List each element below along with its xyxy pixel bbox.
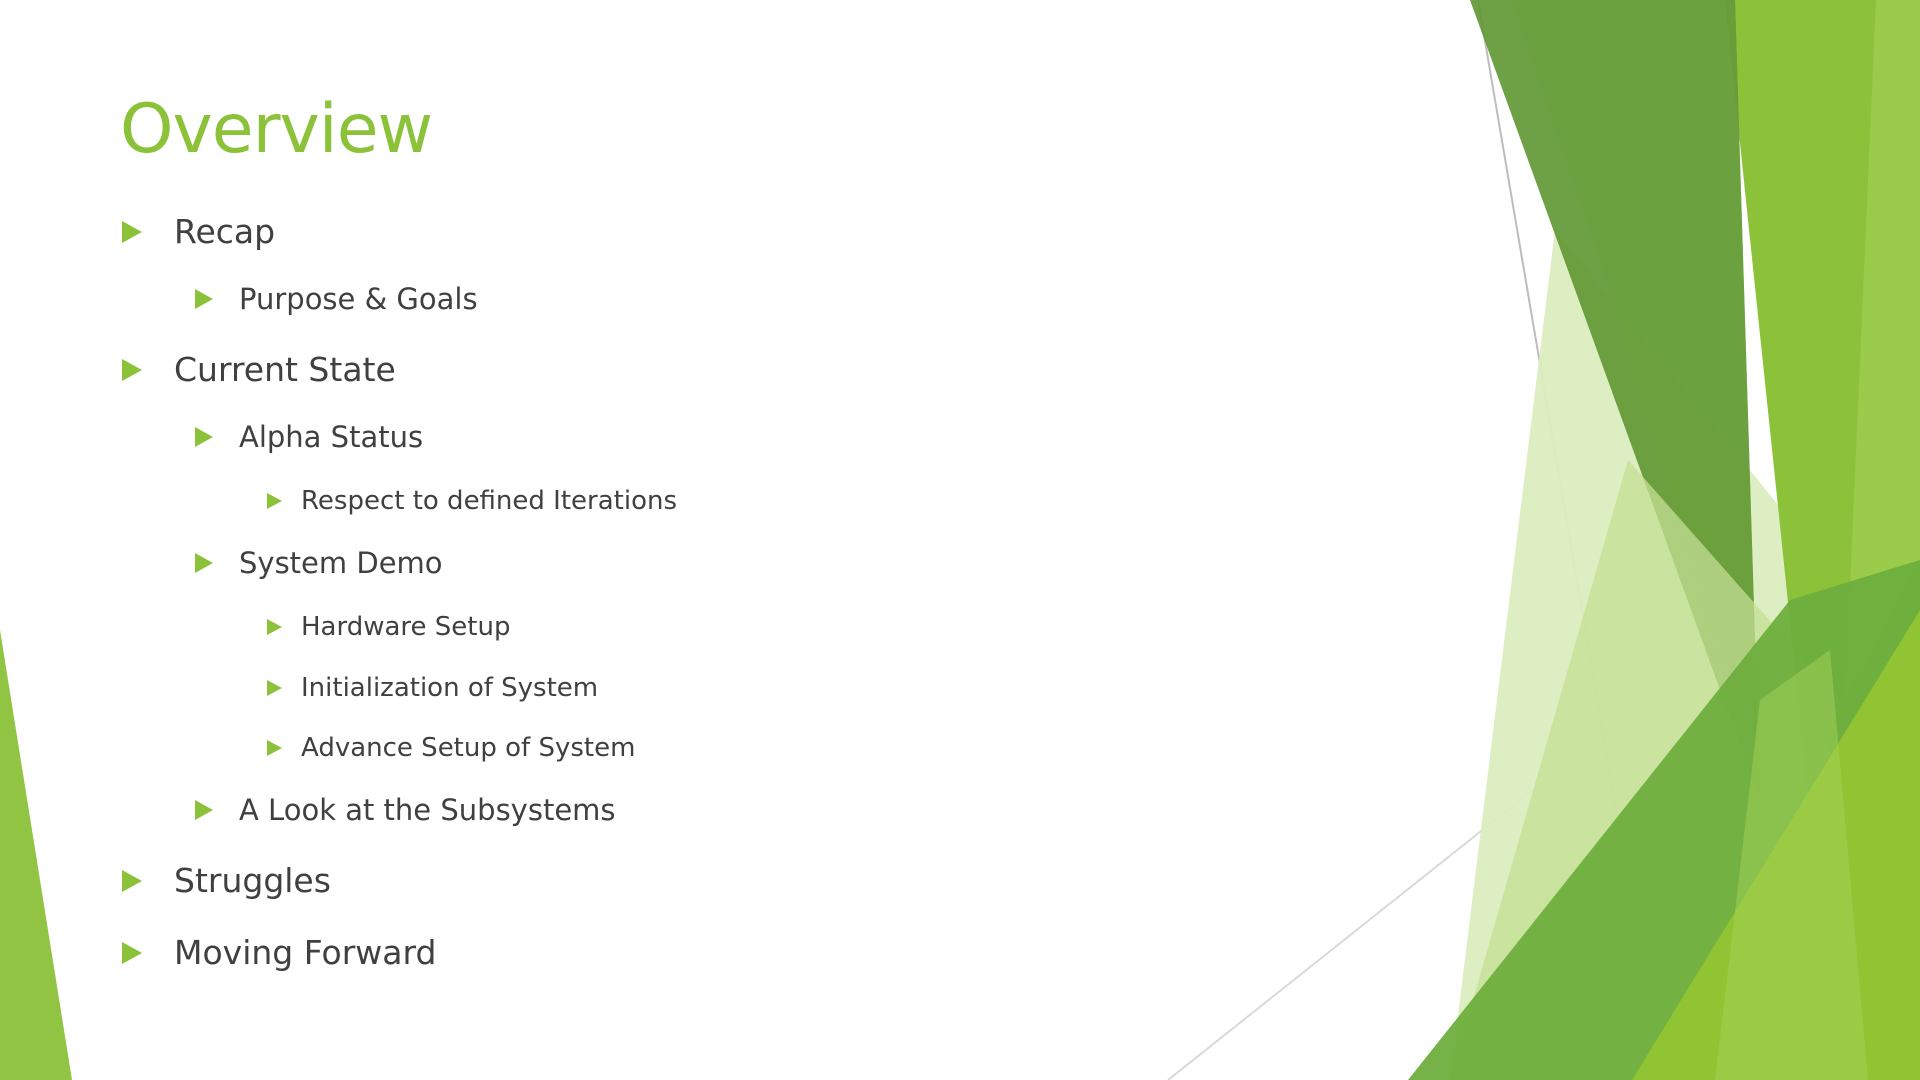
bullet-moving-forward: Moving Forward — [122, 933, 436, 972]
bullet-label: System Demo — [239, 546, 443, 580]
triangle-right-icon — [122, 220, 142, 243]
bullet-label: Purpose & Goals — [239, 282, 478, 316]
bullet-recap: Recap — [122, 212, 275, 251]
bullet-alpha-status: Alpha Status — [195, 420, 423, 454]
bullet-label: Advance Setup of System — [301, 733, 636, 763]
bullet-respect-iterations: Respect to defined Iterations — [267, 486, 677, 516]
bullet-label: Struggles — [174, 861, 331, 900]
bullet-label: Initialization of System — [301, 673, 599, 703]
bullet-system-demo: System Demo — [195, 546, 443, 580]
slide-title: Overview — [120, 90, 433, 169]
triangle-right-icon — [267, 740, 282, 756]
triangle-right-icon — [267, 680, 282, 696]
triangle-right-icon — [195, 553, 213, 573]
bullet-struggles: Struggles — [122, 861, 331, 900]
slide: Overview Recap Purpose & Goals Current S… — [0, 0, 1920, 1080]
bullet-initialization: Initialization of System — [267, 673, 598, 703]
bullet-current-state: Current State — [122, 350, 396, 389]
triangle-right-icon — [195, 289, 213, 309]
bullet-label: Current State — [174, 350, 396, 389]
bullet-label: Alpha Status — [239, 420, 424, 454]
triangle-right-icon — [122, 358, 142, 381]
bullet-label: A Look at the Subsystems — [239, 793, 616, 827]
bullet-subsystems: A Look at the Subsystems — [195, 793, 616, 827]
bullet-label: Moving Forward — [174, 933, 437, 972]
bullet-advance-setup: Advance Setup of System — [267, 733, 635, 763]
bullet-label: Hardware Setup — [301, 612, 511, 642]
triangle-right-icon — [267, 493, 282, 509]
triangle-right-icon — [122, 941, 142, 964]
left-green-shape — [0, 630, 72, 1080]
bullet-label: Respect to defined Iterations — [301, 486, 678, 516]
bullet-label: Recap — [174, 212, 276, 251]
triangle-right-icon — [122, 869, 142, 892]
bullet-hardware-setup: Hardware Setup — [267, 612, 510, 642]
triangle-right-icon — [195, 427, 213, 447]
triangle-right-icon — [195, 800, 213, 820]
bullet-purpose-goals: Purpose & Goals — [195, 282, 478, 316]
triangle-right-icon — [267, 619, 282, 635]
